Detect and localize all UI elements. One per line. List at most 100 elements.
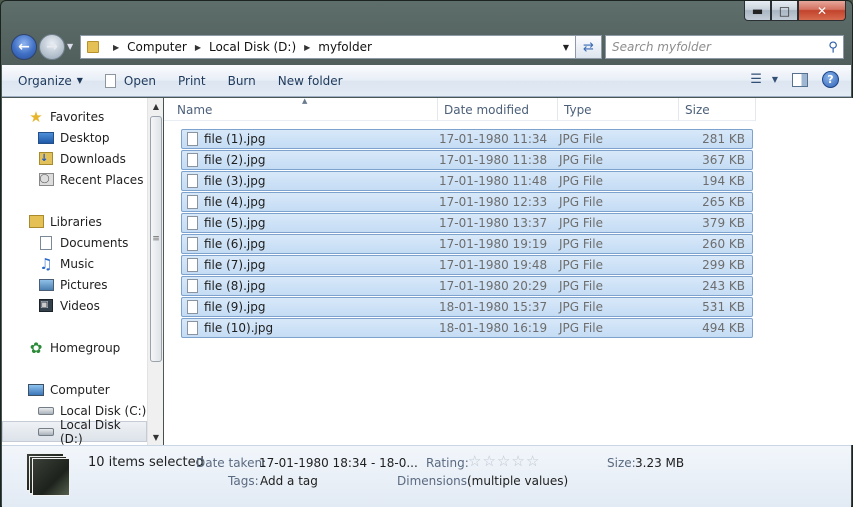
burn-button[interactable]: Burn	[228, 74, 256, 88]
file-name-cell: file (3).jpg	[182, 174, 439, 188]
column-header-type[interactable]: Type	[558, 98, 679, 121]
file-row[interactable]: file (3).jpg 17-01-1980 11:48 JPG File 1…	[181, 171, 753, 191]
maximize-icon: □	[778, 3, 791, 18]
print-label: Print	[177, 73, 206, 88]
organize-label: Organize	[18, 73, 72, 88]
videos-icon: ▣	[38, 298, 54, 313]
star-outline-icon[interactable]: ☆	[482, 452, 495, 470]
refresh-button[interactable]: ⇄	[576, 35, 602, 59]
nav-label: Local Disk (D:)	[60, 417, 121, 446]
file-date: 17-01-1980 19:19	[439, 237, 548, 251]
nav-label: Documents	[60, 235, 129, 250]
nav-item-local-disk-d[interactable]: Local Disk (D:)	[2, 418, 147, 445]
column-header-size[interactable]: Size	[679, 98, 756, 121]
maximize-button[interactable]: □	[771, 1, 798, 21]
column-label: Date modified	[444, 102, 530, 117]
nav-label: Homegroup	[50, 340, 121, 355]
file-list-view[interactable]: ▲ Name Date modified Type Size file (1).…	[164, 97, 853, 445]
star-icon: ★	[29, 107, 43, 126]
file-row[interactable]: file (10).jpg 18-01-1980 16:19 JPG File …	[181, 318, 753, 338]
help-icon[interactable]: ?	[822, 71, 839, 88]
recent-places-icon: ◯	[38, 172, 54, 187]
column-header-name[interactable]: ▲ Name	[164, 97, 438, 121]
arrow-left-icon: ←	[18, 39, 30, 55]
chevron-right-icon[interactable]: ▶	[113, 43, 119, 52]
nav-label: Desktop	[60, 130, 110, 145]
nav-label: Pictures	[60, 277, 108, 292]
new-folder-button[interactable]: New folder	[278, 74, 343, 88]
file-icon	[187, 195, 198, 209]
nav-item-pictures[interactable]: Pictures	[2, 274, 147, 295]
file-row[interactable]: file (5).jpg 17-01-1980 13:37 JPG File 3…	[181, 213, 753, 233]
music-icon: ♫	[39, 254, 53, 273]
breadcrumb-myfolder[interactable]: myfolder	[318, 40, 372, 54]
search-input[interactable]	[612, 40, 823, 54]
chevron-right-icon[interactable]: ▶	[304, 43, 310, 52]
nav-item-computer[interactable]: Computer	[2, 379, 147, 400]
organize-button[interactable]: Organize ▼	[18, 74, 83, 88]
file-size: 260 KB	[702, 237, 745, 251]
nav-item-favorites[interactable]: ★ Favorites	[2, 106, 147, 127]
print-button[interactable]: Print	[178, 74, 206, 88]
file-date: 17-01-1980 12:33	[439, 195, 548, 209]
tags-value[interactable]: Add a tag	[260, 474, 318, 488]
nav-item-recent-places[interactable]: ◯ Recent Places	[2, 169, 147, 190]
new-folder-label: New folder	[277, 73, 343, 88]
scroll-thumb[interactable]: ≡	[150, 116, 162, 362]
scroll-down-icon[interactable]: ▼	[148, 429, 164, 445]
nav-item-libraries[interactable]: Libraries	[2, 211, 147, 232]
rating-stars[interactable]: ☆ ☆ ☆ ☆ ☆	[468, 452, 539, 470]
file-type: JPG File	[559, 216, 603, 230]
file-row[interactable]: file (9).jpg 18-01-1980 15:37 JPG File 5…	[181, 297, 753, 317]
file-row[interactable]: file (7).jpg 17-01-1980 19:48 JPG File 2…	[181, 255, 753, 275]
star-outline-icon[interactable]: ☆	[526, 452, 539, 470]
file-row[interactable]: file (1).jpg 17-01-1980 11:34 JPG File 2…	[181, 129, 753, 149]
breadcrumb-computer[interactable]: Computer	[127, 40, 187, 54]
star-outline-icon[interactable]: ☆	[468, 452, 481, 470]
preview-pane-icon[interactable]	[792, 72, 808, 87]
file-type: JPG File	[559, 237, 603, 251]
file-row[interactable]: file (6).jpg 17-01-1980 19:19 JPG File 2…	[181, 234, 753, 254]
back-button[interactable]: ←	[11, 34, 37, 60]
nav-item-desktop[interactable]: Desktop	[2, 127, 147, 148]
file-row[interactable]: file (4).jpg 17-01-1980 12:33 JPG File 2…	[181, 192, 753, 212]
nav-item-homegroup[interactable]: ✿ Homegroup	[2, 337, 147, 358]
file-size: 494 KB	[702, 321, 745, 335]
forward-button[interactable]: →	[39, 34, 65, 60]
nav-item-documents[interactable]: Documents	[2, 232, 147, 253]
date-taken-value[interactable]: 17-01-1980 18:34 - 18-0...	[259, 456, 418, 470]
chevron-down-icon[interactable]: ▼	[772, 75, 778, 84]
address-dropdown-icon[interactable]: ▼	[563, 43, 569, 52]
scroll-up-icon[interactable]: ▲	[148, 98, 164, 114]
minimize-button[interactable]: ▬	[744, 1, 771, 21]
nav-item-music[interactable]: ♫ Music	[2, 253, 147, 274]
file-name: file (2).jpg	[204, 153, 266, 167]
recent-pages-dropdown[interactable]: ▼	[67, 42, 73, 51]
nav-scrollbar[interactable]: ▲ ≡ ▼	[147, 98, 163, 445]
star-outline-icon[interactable]: ☆	[511, 452, 524, 470]
dimensions-value: (multiple values)	[467, 474, 569, 488]
open-label: Open	[123, 73, 156, 88]
file-row[interactable]: file (8).jpg 17-01-1980 20:29 JPG File 2…	[181, 276, 753, 296]
search-icon[interactable]: ⚲	[823, 40, 843, 55]
breadcrumb-local-disk-d[interactable]: Local Disk (D:)	[209, 40, 296, 54]
file-date: 18-01-1980 16:19	[439, 321, 548, 335]
address-bar[interactable]: ▶ Computer ▶ Local Disk (D:) ▶ myfolder …	[80, 35, 576, 59]
chevron-right-icon[interactable]: ▶	[195, 43, 201, 52]
change-view-button[interactable]: ☰ ▼	[750, 72, 778, 87]
nav-item-videos[interactable]: ▣ Videos	[2, 295, 147, 316]
file-name: file (7).jpg	[204, 258, 266, 272]
close-button[interactable]: ✕	[798, 1, 846, 21]
search-box[interactable]: ⚲	[605, 35, 844, 59]
tags-label: Tags:	[228, 474, 259, 488]
open-button[interactable]: Open	[104, 73, 156, 88]
file-size: 299 KB	[702, 258, 745, 272]
nav-label: Music	[60, 256, 95, 271]
column-header-date-modified[interactable]: Date modified	[438, 98, 558, 121]
column-headers: ▲ Name Date modified Type Size	[164, 97, 756, 121]
nav-item-downloads[interactable]: ↓ Downloads	[2, 148, 147, 169]
size-value: 3.23 MB	[635, 456, 685, 470]
star-outline-icon[interactable]: ☆	[497, 452, 510, 470]
file-name-cell: file (7).jpg	[182, 258, 439, 272]
file-row[interactable]: file (2).jpg 17-01-1980 11:38 JPG File 3…	[181, 150, 753, 170]
